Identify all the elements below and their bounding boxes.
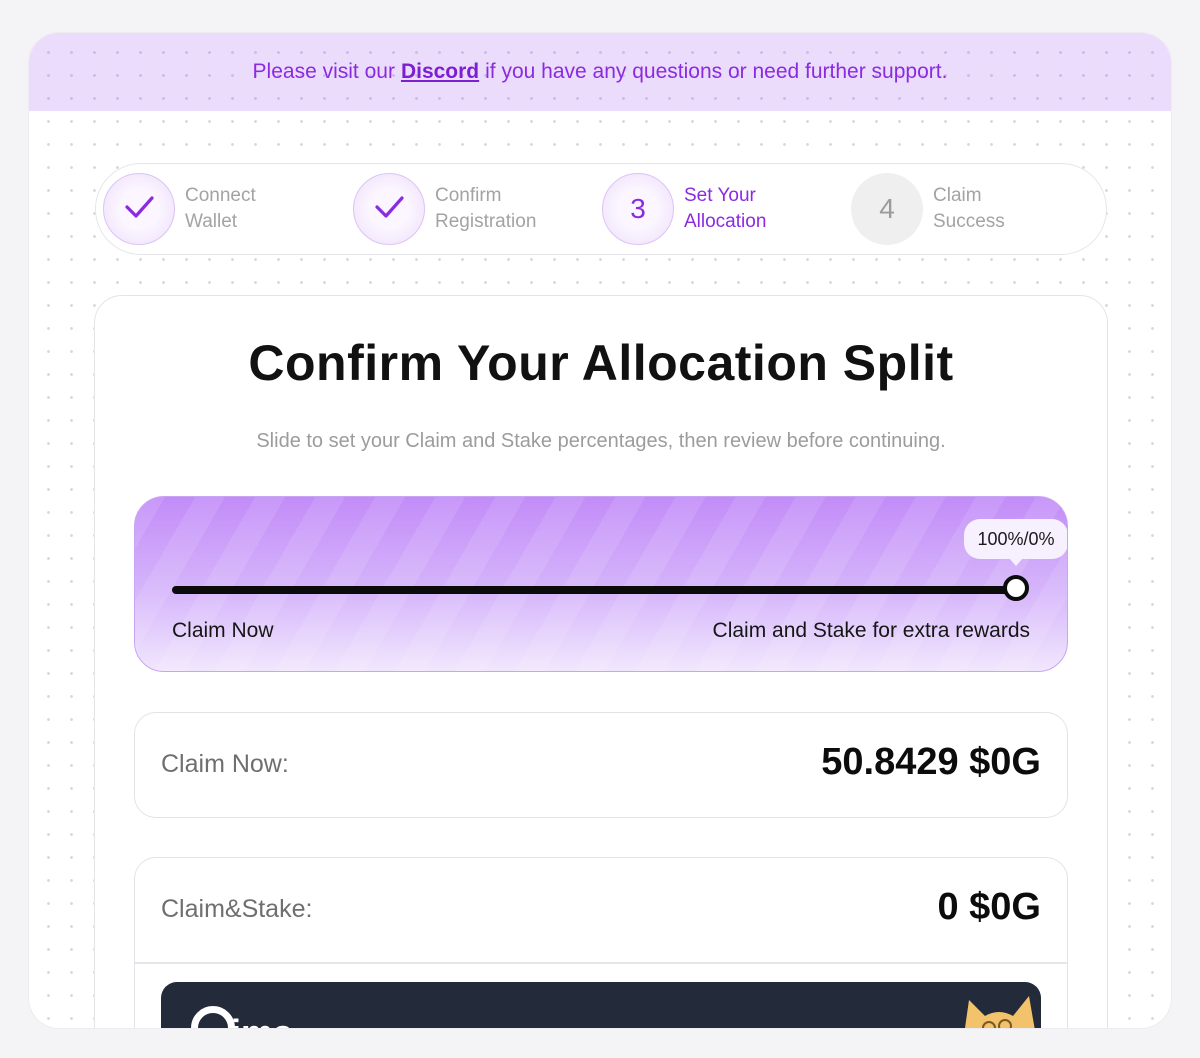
- banner-prefix: Please visit our: [252, 60, 395, 83]
- step-2-circle: [353, 173, 425, 245]
- step-claim-success: 4 Claim Success: [851, 171, 1073, 247]
- promo-logo-icon: [191, 1006, 235, 1028]
- step-4-number: 4: [879, 193, 895, 224]
- step-4-label: Claim Success: [933, 185, 1005, 232]
- step-2-label: Confirm Registration: [435, 185, 537, 232]
- step-connect-wallet: Connect Wallet: [103, 171, 325, 247]
- claim-now-box: Claim Now: 50.8429 $0G: [134, 712, 1068, 818]
- step-3-number: 3: [630, 193, 646, 224]
- support-banner: Please visit our Discord if you have any…: [29, 33, 1171, 111]
- discord-link[interactable]: Discord: [401, 60, 479, 84]
- step-3-label: Set Your Allocation: [684, 185, 767, 232]
- claim-now-value: 50.8429 $0G: [821, 741, 1041, 783]
- check-icon: [372, 190, 406, 229]
- step-1-circle: [103, 173, 175, 245]
- slider-value-tooltip: 100%/0%: [964, 519, 1067, 566]
- slider-label-claim-stake: Claim and Stake for extra rewards: [712, 619, 1030, 642]
- slider-label-claim-now: Claim Now: [172, 619, 274, 642]
- app-frame: Please visit our Discord if you have any…: [29, 33, 1171, 1028]
- claim-now-label: Claim Now:: [161, 750, 289, 778]
- page-title: Confirm Your Allocation Split: [248, 335, 954, 391]
- slider-thumb[interactable]: [1003, 575, 1029, 601]
- step-4-circle: 4: [851, 173, 923, 245]
- cat-mascot-icon: [965, 996, 1035, 1028]
- allocation-card: Confirm Your Allocation Split Slide to s…: [94, 295, 1108, 1028]
- claim-stake-value: 0 $0G: [937, 886, 1041, 928]
- allocation-slider-panel: 100%/0% Claim Now Claim and Stake for ex…: [134, 496, 1068, 672]
- claim-stake-box: Claim&Stake: 0 $0G ima: [134, 857, 1068, 1028]
- claim-stake-label: Claim&Stake:: [161, 895, 313, 923]
- divider: [135, 962, 1067, 964]
- step-1-label: Connect Wallet: [185, 185, 256, 232]
- check-icon: [122, 190, 156, 229]
- page-subtitle: Slide to set your Claim and Stake percen…: [256, 430, 946, 452]
- slider-track[interactable]: [172, 586, 1016, 594]
- staking-promo-banner[interactable]: ima: [161, 982, 1041, 1028]
- step-confirm-registration: Confirm Registration: [353, 171, 575, 247]
- progress-stepper: Connect Wallet Confirm Registration 3 Se…: [95, 163, 1107, 255]
- banner-suffix: if you have any questions or need furthe…: [485, 60, 948, 83]
- step-set-allocation: 3 Set Your Allocation: [602, 171, 824, 247]
- promo-logo-text: ima: [231, 1012, 293, 1028]
- step-3-circle: 3: [602, 173, 674, 245]
